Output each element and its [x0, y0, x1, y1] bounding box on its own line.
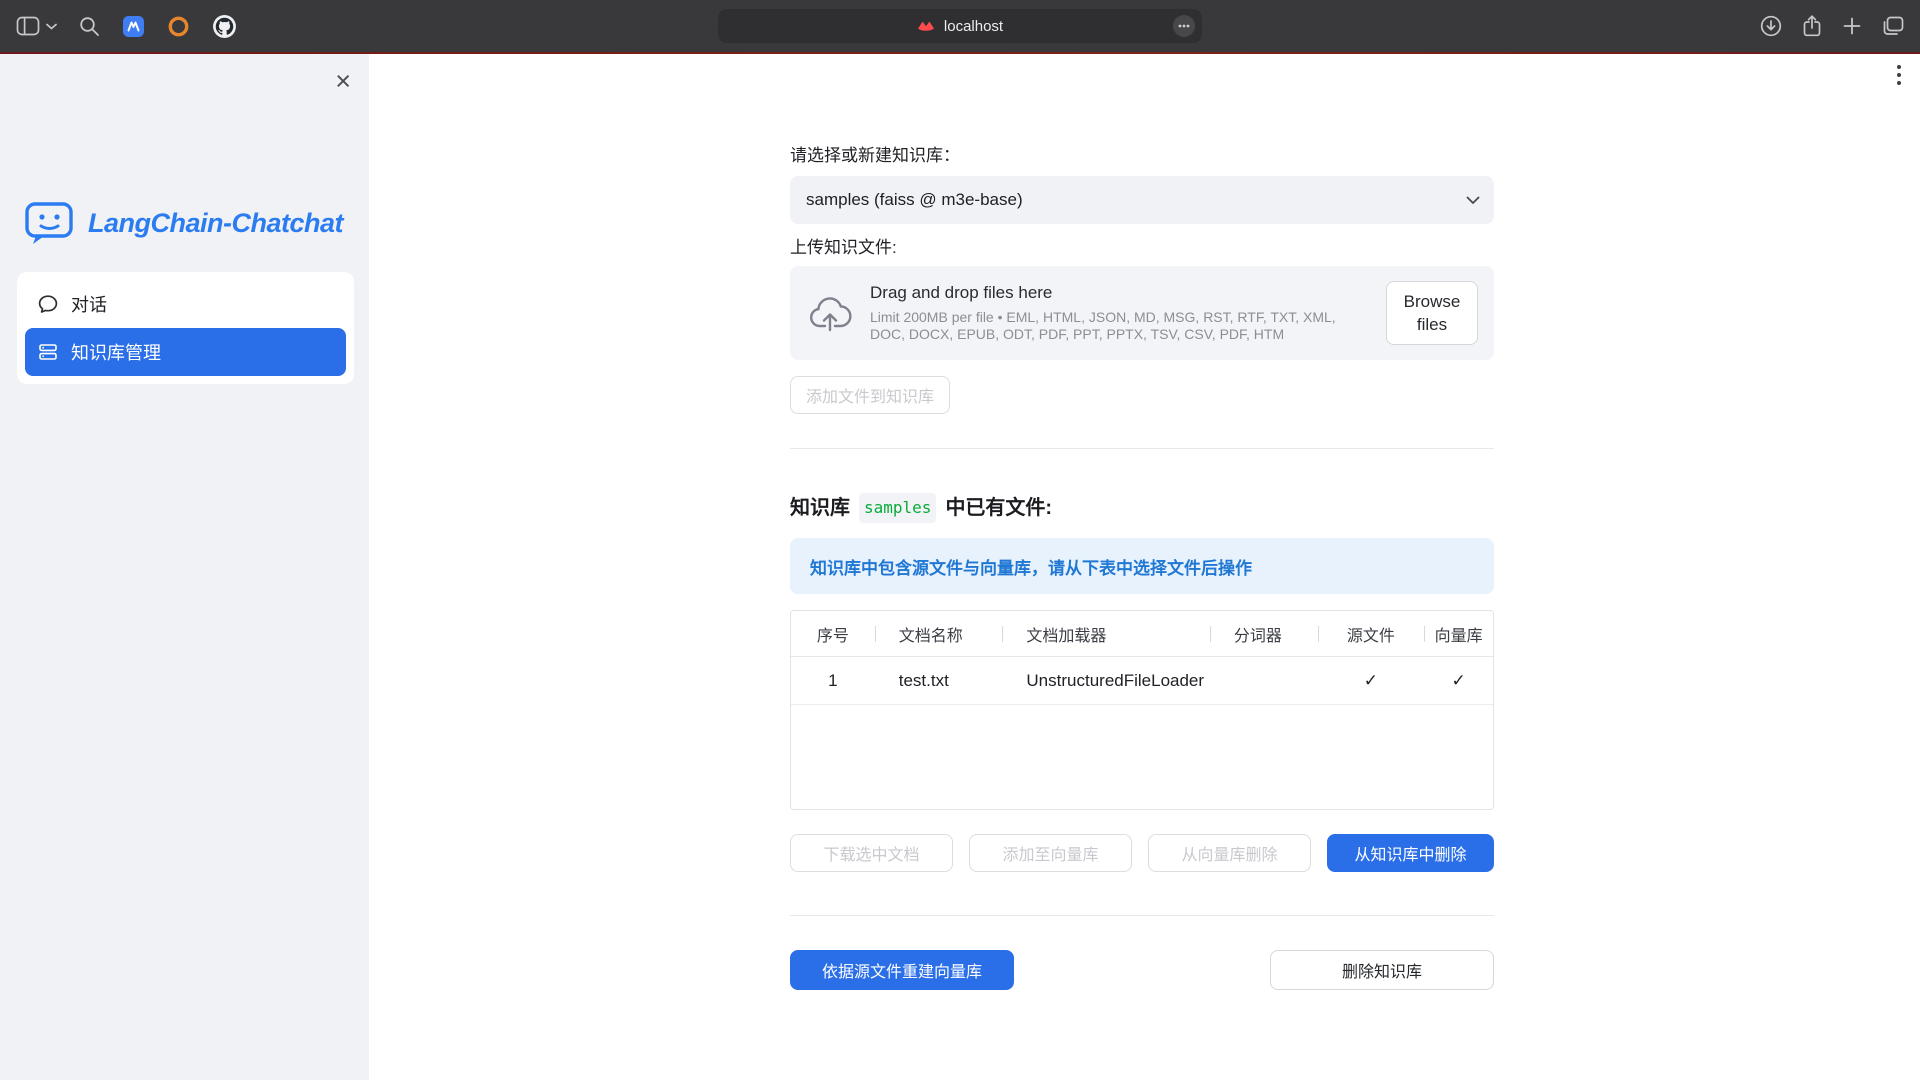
kb-name-code: samples — [859, 493, 936, 523]
col-header-splitter: 分词器 — [1210, 622, 1318, 646]
info-banner: 知识库中包含源文件与向量库，请从下表中选择文件后操作 — [790, 538, 1494, 594]
upload-files-label: 上传知识文件: — [790, 238, 1494, 258]
kb-files-heading: 知识库 samples 中已有文件: — [790, 493, 1494, 523]
rebuild-vector-store-button[interactable]: 依据源文件重建向量库 — [790, 950, 1014, 990]
extension-orange-icon[interactable] — [167, 15, 190, 38]
address-bar[interactable]: localhost — [718, 9, 1202, 43]
extension-blue-icon[interactable] — [122, 15, 145, 38]
github-icon[interactable] — [212, 14, 237, 39]
col-header-vector: 向量库 — [1424, 622, 1493, 646]
remove-from-vector-store-button[interactable]: 从向量库删除 — [1148, 834, 1311, 872]
col-header-name: 文档名称 — [875, 622, 1003, 646]
kb-selectbox-value: samples (faiss @ m3e-base) — [806, 190, 1023, 210]
info-banner-text: 知识库中包含源文件与向量库，请从下表中选择文件后操作 — [810, 554, 1252, 579]
sidebar-item-label: 知识库管理 — [71, 339, 161, 365]
cell-vector-check: ✓ — [1424, 671, 1493, 691]
col-header-loader: 文档加载器 — [1002, 622, 1209, 646]
section-divider — [790, 448, 1494, 449]
knowledge-list-icon — [38, 342, 58, 362]
app-page: × LangChain-Chatchat 对话 — [0, 54, 1920, 1080]
delete-from-kb-button[interactable]: 从知识库中删除 — [1327, 834, 1494, 872]
download-selected-button[interactable]: 下载选中文档 — [790, 834, 953, 872]
tab-overview-icon[interactable] — [1882, 16, 1904, 36]
uploader-limit-text: Limit 200MB per file • EML, HTML, JSON, … — [870, 309, 1368, 343]
search-icon[interactable] — [79, 16, 100, 37]
cloud-upload-icon — [808, 294, 852, 332]
kb-heading-prefix: 知识库 — [790, 495, 850, 521]
uploader-title: Drag and drop files here — [870, 283, 1368, 303]
kb-files-table: 序号 文档名称 文档加载器 分词器 源文件 向量库 1 test.txt Uns… — [790, 610, 1494, 810]
sidebar-item-dialogue[interactable]: 对话 — [25, 280, 346, 328]
share-icon[interactable] — [1802, 14, 1822, 38]
row-actions: 下载选中文档 添加至向量库 从向量库删除 从知识库中删除 — [790, 834, 1494, 872]
kb-select-label: 请选择或新建知识库： — [790, 146, 1494, 166]
cell-index: 1 — [791, 671, 875, 691]
url-text: localhost — [944, 18, 1003, 35]
col-header-source: 源文件 — [1318, 622, 1425, 646]
new-tab-icon[interactable] — [1842, 16, 1862, 36]
sidebar-item-label: 对话 — [71, 291, 107, 317]
table-row[interactable]: 1 test.txt UnstructuredFileLoader ✓ ✓ — [791, 657, 1493, 705]
chat-bubble-icon — [38, 294, 58, 314]
sidebar-close-icon[interactable]: × — [335, 68, 351, 95]
file-uploader-dropzone[interactable]: Drag and drop files here Limit 200MB per… — [790, 266, 1494, 360]
page-settings-icon[interactable] — [1173, 15, 1195, 37]
downloads-icon[interactable] — [1760, 15, 1782, 37]
app-logo-text: LangChain-Chatchat — [88, 208, 343, 239]
kb-bottom-actions: 依据源文件重建向量库 删除知识库 — [790, 950, 1494, 990]
kb-management-panel: 请选择或新建知识库： samples (faiss @ m3e-base) 上传… — [790, 54, 1494, 990]
sidebar-item-knowledge-base[interactable]: 知识库管理 — [25, 328, 346, 376]
table-header-row: 序号 文档名称 文档加载器 分词器 源文件 向量库 — [791, 611, 1493, 657]
section-divider — [790, 915, 1494, 916]
cell-loader: UnstructuredFileLoader — [1002, 671, 1209, 691]
cell-source-check: ✓ — [1318, 671, 1425, 691]
uploader-text: Drag and drop files here Limit 200MB per… — [870, 283, 1368, 343]
sidebar-nav: 对话 知识库管理 — [17, 272, 354, 384]
delete-kb-button[interactable]: 删除知识库 — [1270, 950, 1494, 990]
browse-files-button[interactable]: Browse files — [1386, 281, 1478, 345]
sidebar-toggle-icon[interactable] — [16, 16, 40, 36]
browser-toolbar: localhost — [0, 0, 1920, 52]
chatbot-logo-icon — [24, 200, 76, 246]
col-header-index: 序号 — [791, 622, 875, 646]
kb-selectbox[interactable]: samples (faiss @ m3e-base) — [790, 176, 1494, 224]
cell-name: test.txt — [875, 671, 1003, 691]
add-files-to-kb-button[interactable]: 添加文件到知识库 — [790, 376, 950, 414]
chevron-down-icon — [1466, 190, 1480, 210]
app-logo: LangChain-Chatchat — [24, 200, 354, 246]
kb-heading-suffix: 中已有文件: — [945, 495, 1052, 521]
main-menu-kebab-icon[interactable] — [1896, 64, 1902, 89]
sidebar-chevron-down-icon[interactable] — [46, 23, 57, 30]
site-favicon-streamlit — [917, 20, 935, 32]
sidebar: × LangChain-Chatchat 对话 — [0, 54, 369, 1080]
add-to-vector-store-button[interactable]: 添加至向量库 — [969, 834, 1132, 872]
